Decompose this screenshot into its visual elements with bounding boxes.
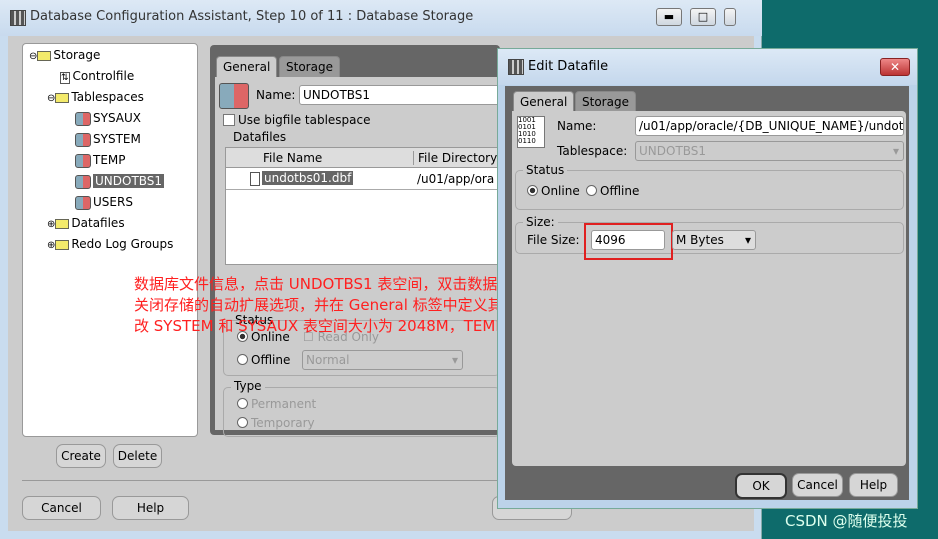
bigfile-checkbox[interactable] — [223, 114, 235, 126]
tree-node-temp[interactable]: TEMP — [75, 152, 126, 168]
folder-icon — [55, 239, 70, 250]
chevron-down-icon: ▾ — [451, 353, 458, 367]
title-bar: Database Configuration Assistant, Step 1… — [0, 0, 762, 36]
datafile-icon — [250, 172, 260, 186]
size-unit-select[interactable]: M Bytes ▾ — [672, 230, 756, 250]
offline-radio[interactable]: Offline — [237, 353, 290, 367]
highlight-box — [584, 223, 673, 260]
watermark: CSDN @随便投投 — [785, 512, 908, 530]
tab-general[interactable]: General — [216, 56, 278, 77]
datafile-icon: 1001 0101 1010 0110 — [517, 116, 545, 148]
collapse-icon[interactable]: ⊖ — [29, 51, 37, 62]
tablespace-name-field[interactable]: UNDOTBS1 — [299, 85, 500, 105]
tree-node-tablespaces[interactable]: ⊖ Tablespaces — [47, 89, 144, 107]
tree-node-undotbs1[interactable]: UNDOTBS1 — [75, 173, 165, 189]
dialog-title-bar: Edit Datafile ✕ — [498, 49, 917, 85]
storage-tree: ⊖ Storage ⇅ Controlfile ⊖ Tablespaces SYSAU… — [22, 43, 198, 437]
folder-icon — [55, 92, 70, 103]
table-row[interactable]: undotbs01.dbf /u01/app/ora — [226, 170, 501, 190]
dialog-online-radio[interactable]: Online — [527, 184, 580, 198]
column-header[interactable]: File Name — [263, 151, 322, 165]
create-button[interactable]: Create — [56, 444, 106, 468]
dialog-close-button[interactable]: ✕ — [880, 58, 910, 76]
expand-icon[interactable]: ⊕ — [47, 219, 55, 230]
tree-node-users[interactable]: USERS — [75, 194, 133, 210]
ok-button[interactable]: OK — [735, 473, 787, 499]
delete-button[interactable]: Delete — [113, 444, 162, 468]
permanent-radio[interactable]: Permanent — [237, 397, 316, 411]
dialog-cancel-button[interactable]: Cancel — [792, 473, 843, 497]
edit-datafile-dialog: Edit Datafile ✕ General Storage 1001 0101… — [497, 48, 918, 509]
tablespace-icon — [75, 195, 91, 210]
offline-mode-select[interactable]: Normal ▾ — [302, 350, 463, 370]
dialog-tab-storage[interactable]: Storage — [575, 91, 636, 112]
tablespace-panel: General Storage Name: UNDOTBS1 Use bigfi… — [210, 45, 501, 437]
column-header[interactable]: File Directory — [413, 151, 497, 165]
datafiles-table: File Name File Directory undotbs01.dbf /… — [225, 147, 501, 265]
window-title: Database Configuration Assistant, Step 1… — [30, 9, 474, 24]
tablespace-icon — [75, 153, 91, 168]
database-app-icon — [508, 59, 524, 75]
chevron-down-icon: ▾ — [892, 144, 899, 158]
tablespace-icon — [75, 111, 91, 126]
tablespace-icon — [219, 83, 249, 109]
tablespace-icon — [75, 174, 91, 189]
collapse-icon[interactable]: ⊖ — [47, 93, 55, 104]
expand-icon[interactable]: ⊕ — [47, 240, 55, 251]
tree-node-redo-log-groups[interactable]: ⊕ Redo Log Groups — [47, 236, 173, 254]
database-app-icon — [10, 10, 26, 26]
datafile-name-field[interactable]: /u01/app/oracle/{DB_UNIQUE_NAME}/undotb — [635, 116, 904, 136]
chevron-down-icon: ▾ — [744, 233, 751, 247]
folder-icon — [55, 218, 70, 229]
help-button[interactable]: Help — [112, 496, 189, 520]
tablespace-select: UNDOTBS1 ▾ — [635, 141, 904, 161]
dialog-help-button[interactable]: Help — [849, 473, 898, 497]
tree-node-datafiles[interactable]: ⊕ Datafiles — [47, 215, 125, 233]
temporary-radio[interactable]: Temporary — [237, 416, 315, 430]
folder-icon — [37, 50, 52, 61]
controlfile-icon: ⇅ — [60, 72, 70, 84]
tree-node-sysaux[interactable]: SYSAUX — [75, 110, 141, 126]
minimize-button[interactable]: ▬ — [656, 8, 682, 26]
tree-node-storage[interactable]: ⊖ Storage — [29, 47, 100, 65]
tree-node-controlfile[interactable]: ⇅ Controlfile — [60, 68, 134, 86]
tree-node-system[interactable]: SYSTEM — [75, 131, 141, 147]
tab-storage[interactable]: Storage — [279, 56, 340, 77]
tablespace-icon — [75, 132, 91, 147]
dialog-tab-general[interactable]: General — [513, 91, 575, 112]
cancel-button[interactable]: Cancel — [22, 496, 101, 520]
close-button[interactable] — [724, 8, 736, 26]
dialog-offline-radio[interactable]: Offline — [586, 184, 639, 198]
maximize-button[interactable]: □ — [690, 8, 716, 26]
